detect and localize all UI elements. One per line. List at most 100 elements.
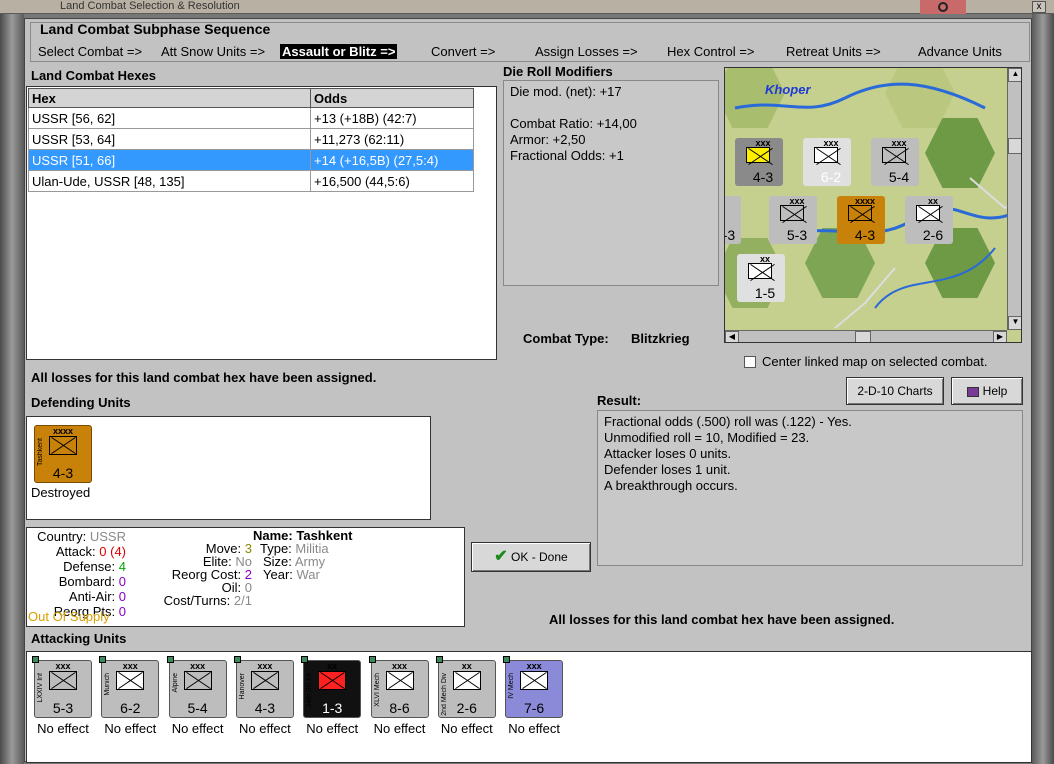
attacking-unit-counter[interactable]: xx 2nd Mech Div 2-6 (435, 656, 496, 718)
result-line: Attacker loses 0 units. (604, 446, 732, 461)
supply-status: Out Of Supply (28, 609, 110, 624)
unit-symbol-icon (49, 436, 77, 455)
unit-symbol-icon (520, 671, 549, 690)
book-icon (966, 386, 979, 397)
hex-cell: USSR [56, 62] (28, 107, 311, 129)
result-title: Result: (597, 393, 642, 408)
modifier-line (510, 100, 712, 116)
right-border (1032, 14, 1054, 764)
result-box: Fractional odds (.500) roll was (.122) -… (597, 410, 1023, 566)
seq-step-retreat: Retreat Units => (786, 44, 881, 59)
center-linked-checkbox[interactable] (744, 356, 756, 368)
hexes-table: Hex Odds USSR [56, 62] +13 (+18B) (42:7) … (28, 88, 474, 192)
attacking-title: Attacking Units (31, 631, 127, 646)
modifiers-box: Die mod. (net): +17 Combat Ratio: +14,00… (503, 80, 719, 286)
table-row[interactable]: USSR [53, 64] +11,273 (62:11) (28, 128, 474, 150)
odds-cell: +13 (+18B) (42:7) (310, 107, 474, 129)
attacking-unit-status: No effect (37, 721, 89, 736)
losses-message-bottom: All losses for this land combat hex have… (549, 612, 895, 627)
attacking-unit-counter[interactable]: xxx Munich 6-2 (99, 656, 160, 718)
result-line: Defender loses 1 unit. (604, 462, 731, 477)
map-hscrollbar[interactable]: ◀ ▶ (725, 330, 1007, 342)
seq-step-att-snow: Att Snow Units => (161, 44, 266, 59)
combat-type-value: Blitzkrieg (631, 331, 690, 346)
window-title: Land Combat Selection & Resolution (60, 0, 240, 12)
modifier-line: Combat Ratio: +14,00 (510, 116, 637, 131)
seq-step-advance: Advance Units (918, 44, 1002, 59)
col-hex[interactable]: Hex (28, 88, 311, 108)
attacking-unit-status: No effect (373, 721, 426, 736)
modifier-line: Die mod. (net): +17 (510, 84, 622, 99)
modifier-line: Armor: +2,50 (510, 132, 586, 147)
scroll-left-icon[interactable]: ◀ (725, 331, 739, 342)
combat-type-label: Combat Type: (523, 331, 609, 346)
linked-map[interactable]: Khoper xxx 4-3 xxx 6-2 xxx 5-4 xxx 5-3 xxxx 4… (724, 67, 1022, 343)
map-counter[interactable]: xxx 4-3 (735, 138, 783, 186)
hex-cell: USSR [51, 66] (28, 149, 311, 171)
attacking-unit-counter[interactable]: xxx XLVI Mech 8-6 (368, 656, 429, 718)
scroll-right-icon[interactable]: ▶ (993, 331, 1007, 342)
map-vscrollbar[interactable]: ▲ ▼ (1007, 68, 1021, 330)
close-button[interactable]: x (1032, 1, 1046, 13)
sequence-title: Land Combat Subphase Sequence (40, 21, 271, 37)
seq-step-assault-blitz: Assault or Blitz => (280, 44, 398, 59)
modifier-line: Fractional Odds: +1 (510, 148, 624, 163)
attacking-unit-status: No effect (440, 721, 493, 736)
help-label: Help (982, 384, 1008, 398)
table-row-selected[interactable]: USSR [51, 66] +14 (+16,5B) (27,5:4) (28, 149, 474, 171)
attacking-unit-counter[interactable]: xxx IV Mech 7-6 (503, 656, 564, 718)
attacking-unit-status: No effect (508, 721, 560, 736)
attacking-unit-counter[interactable]: xx 24th SS Inf 1-3 (301, 656, 362, 718)
title-bar: Land Combat Selection & Resolution x (0, 0, 1054, 14)
map-counter[interactable]: xxx 5-4 (871, 138, 919, 186)
ok-done-button[interactable]: ✔ OK - Done (471, 542, 591, 572)
defending-title: Defending Units (31, 395, 131, 410)
table-row[interactable]: Ulan-Ude, USSR [48, 135] +16,500 (44,5:6) (28, 170, 474, 192)
unit-symbol-icon (183, 671, 212, 690)
unit-symbol-icon (452, 671, 481, 690)
center-linked-label: Center linked map on selected combat. (762, 354, 988, 369)
table-row[interactable]: USSR [56, 62] +13 (+18B) (42:7) (28, 107, 474, 129)
seq-step-convert: Convert => (431, 44, 496, 59)
col-odds[interactable]: Odds (310, 88, 474, 108)
vscroll-thumb[interactable] (1008, 138, 1021, 154)
scroll-up-icon[interactable]: ▲ (1008, 68, 1021, 82)
attacking-unit-counter[interactable]: xxx Alpine 5-4 (166, 656, 227, 718)
attacking-unit-counter[interactable]: xxx LXXIV Inf 5-3 (32, 656, 92, 718)
odds-cell: +11,273 (62:11) (310, 128, 474, 150)
unit-symbol-icon (49, 671, 77, 690)
attacking-unit-status: No effect (306, 721, 359, 736)
left-border (0, 14, 24, 764)
map-counter[interactable]: -3 (725, 196, 741, 244)
unit-symbol-icon (385, 671, 414, 690)
unit-info-col3: Name: Tashkent Type: Militia Size: Army … (253, 528, 353, 582)
unit-symbol-icon (250, 671, 279, 690)
hex-cell: Ulan-Ude, USSR [48, 135] (28, 170, 311, 192)
modifiers-title: Die Roll Modifiers (503, 64, 613, 79)
seq-step-select-combat: Select Combat => (38, 44, 143, 59)
defending-unit-status: Destroyed (31, 485, 91, 500)
seq-step-hex-control: Hex Control => (667, 44, 755, 59)
map-counter[interactable]: xx 1-5 (737, 254, 785, 302)
map-counter[interactable]: xxx 5-3 (769, 196, 817, 244)
map-counter[interactable]: xx 2-6 (905, 196, 953, 244)
losses-message-top: All losses for this land combat hex have… (31, 370, 377, 385)
attacking-unit-status: No effect (238, 721, 291, 736)
charts-button[interactable]: 2-D-10 Charts (846, 377, 944, 405)
help-button[interactable]: Help (951, 377, 1023, 405)
scroll-down-icon[interactable]: ▼ (1008, 316, 1021, 330)
hscroll-thumb[interactable] (855, 331, 871, 342)
attacking-unit-counter[interactable]: xxx Hanover 4-3 (233, 656, 294, 718)
result-line: Unmodified roll = 10, Modified = 23. (604, 430, 810, 445)
defending-unit-counter[interactable]: xxxx Tashkent 4-3 (34, 425, 92, 483)
checkmark-icon: ✔ (494, 548, 508, 565)
hexes-title: Land Combat Hexes (31, 68, 156, 83)
odds-cell: +16,500 (44,5:6) (310, 170, 474, 192)
flag-icon (920, 0, 966, 14)
ok-done-label: OK - Done (511, 550, 568, 564)
map-counter[interactable]: xxx 6-2 (803, 138, 851, 186)
result-line: Fractional odds (.500) roll was (.122) -… (604, 414, 852, 429)
seq-step-assign-losses: Assign Losses => (535, 44, 638, 59)
map-counter[interactable]: xxxx 4-3 (837, 196, 885, 244)
unit-info-col2: Move: 3 Elite: No Reorg Cost: 2 Oil: 0 C… (163, 541, 252, 608)
